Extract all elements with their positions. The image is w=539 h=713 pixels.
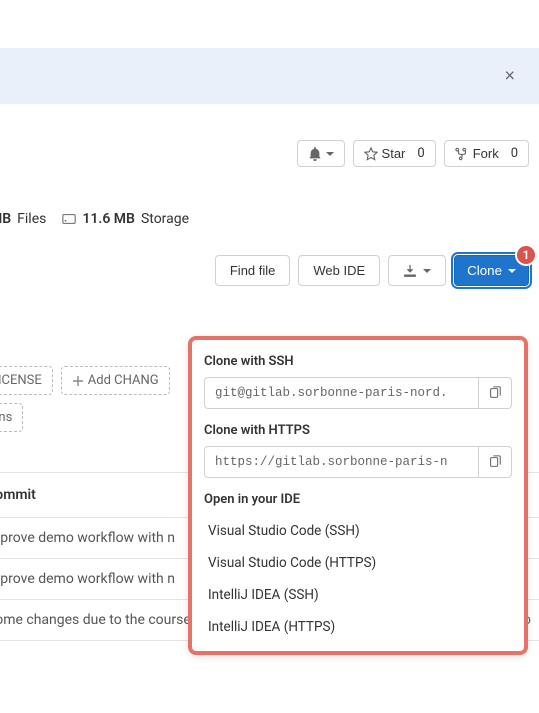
ide-option-vscode-https[interactable]: Visual Studio Code (HTTPS) <box>204 547 512 579</box>
clone-https-input-group <box>204 446 512 478</box>
chevron-down-icon <box>508 267 516 275</box>
open-ide-title: Open in your IDE <box>204 492 512 507</box>
clone-dropdown-panel: Clone with SSH Clone with HTTPS Open in … <box>188 336 528 655</box>
storage-size-item: 11.6 MB Storage <box>62 211 189 227</box>
find-file-button[interactable]: Find file <box>215 255 291 286</box>
license-chip[interactable]: LICENSE <box>0 366 53 395</box>
disk-icon <box>62 212 76 226</box>
web-ide-button[interactable]: Web IDE <box>298 255 380 286</box>
notification-badge: 1 <box>515 244 537 266</box>
copy-icon <box>488 386 502 400</box>
storage-size-value: 11.6 MB <box>82 211 135 227</box>
star-label: Star <box>382 146 406 161</box>
alert-bar: × <box>0 48 539 104</box>
add-changelog-chip[interactable]: Add CHANG <box>61 366 170 395</box>
clone-ssh-url-input[interactable] <box>204 377 479 409</box>
ide-option-list: Visual Studio Code (SSH) Visual Studio C… <box>204 515 512 643</box>
copy-https-button[interactable] <box>479 446 512 478</box>
copy-ssh-button[interactable] <box>479 377 512 409</box>
clone-https-title: Clone with HTTPS <box>204 423 512 438</box>
files-size-item: MB Files <box>0 211 46 227</box>
star-count[interactable]: 0 <box>407 140 435 167</box>
commit-message: mprove demo workflow with n <box>0 571 175 587</box>
files-size-value: MB <box>0 211 11 227</box>
fork-count[interactable]: 0 <box>501 140 529 167</box>
ide-option-intellij-ssh[interactable]: IntelliJ IDEA (SSH) <box>204 579 512 611</box>
project-actions-row: Star 0 Fork 0 <box>0 128 539 167</box>
clone-label: Clone <box>467 263 502 278</box>
files-label: Files <box>17 211 46 227</box>
storage-label: Storage <box>141 211 189 227</box>
repo-action-row: Find file Web IDE Clone 1 <box>0 255 539 286</box>
chevron-down-icon <box>326 150 334 158</box>
commit-message: some changes due to the course <box>0 612 191 628</box>
download-icon <box>403 264 417 278</box>
bell-icon <box>308 147 322 161</box>
commit-message: mprove demo workflow with n <box>0 530 175 546</box>
ide-option-vscode-ssh[interactable]: Visual Studio Code (SSH) <box>204 515 512 547</box>
storage-info-row: MB Files 11.6 MB Storage <box>0 211 539 227</box>
fork-icon <box>455 147 469 161</box>
alert-close-button[interactable]: × <box>496 62 523 91</box>
options-chip[interactable]: ons <box>0 403 23 432</box>
chevron-down-icon <box>423 267 431 275</box>
fork-group: Fork 0 <box>444 140 529 167</box>
plus-icon <box>72 375 84 387</box>
clone-ssh-title: Clone with SSH <box>204 354 512 369</box>
star-icon <box>364 147 378 161</box>
copy-icon <box>488 455 502 469</box>
notification-dropdown[interactable] <box>297 140 345 167</box>
clone-https-url-input[interactable] <box>204 446 479 478</box>
fork-label: Fork <box>473 146 499 161</box>
fork-button[interactable]: Fork <box>444 140 510 167</box>
commit-column-header: commit <box>0 487 36 503</box>
clone-ssh-input-group <box>204 377 512 409</box>
download-dropdown[interactable] <box>388 255 446 286</box>
star-group: Star 0 <box>353 140 436 167</box>
ide-option-intellij-https[interactable]: IntelliJ IDEA (HTTPS) <box>204 611 512 643</box>
